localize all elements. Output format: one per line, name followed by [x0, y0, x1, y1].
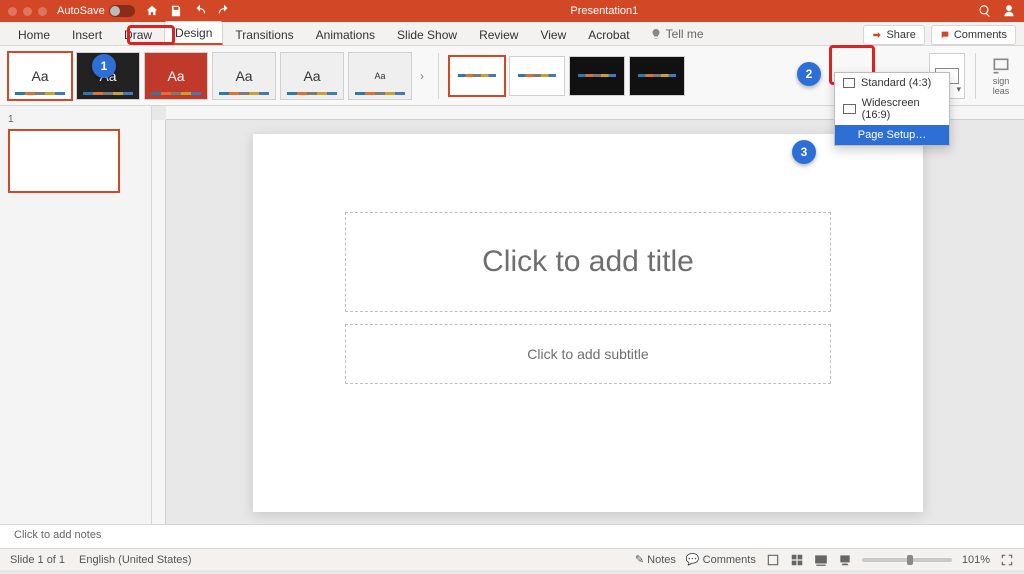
- tell-me[interactable]: Tell me: [642, 23, 712, 45]
- share-button[interactable]: Share: [863, 25, 924, 45]
- notes-toggle[interactable]: ✎ Notes: [635, 553, 676, 566]
- save-icon[interactable]: [169, 4, 183, 18]
- thumbnail-panel: 1: [0, 106, 152, 524]
- theme-gray1[interactable]: Aa: [212, 52, 276, 100]
- tab-acrobat[interactable]: Acrobat: [578, 24, 639, 45]
- callout-1: 1: [92, 54, 116, 78]
- zoom-value[interactable]: 101%: [962, 554, 990, 566]
- share-icon: [872, 30, 882, 40]
- tab-draw[interactable]: Draw: [114, 24, 162, 45]
- theme-gray2[interactable]: Aa: [280, 52, 344, 100]
- theme-office[interactable]: Aa: [8, 52, 72, 100]
- close-dot[interactable]: [8, 7, 17, 16]
- tab-slideshow[interactable]: Slide Show: [387, 24, 467, 45]
- search-icon[interactable]: [978, 4, 992, 18]
- autosave-group: AutoSave: [57, 5, 135, 17]
- tab-home[interactable]: Home: [8, 24, 60, 45]
- quick-access-toolbar: [145, 4, 231, 18]
- undo-icon[interactable]: [193, 4, 207, 18]
- variant-1[interactable]: [449, 56, 505, 96]
- workspace: 1 Click to add title Click to add subtit…: [0, 106, 1024, 524]
- slide-canvas: Click to add title Click to add subtitle: [152, 106, 1024, 524]
- min-dot[interactable]: [23, 7, 32, 16]
- bulb-icon: [650, 28, 662, 40]
- tab-design[interactable]: Design: [164, 21, 223, 45]
- tab-review[interactable]: Review: [469, 24, 528, 45]
- max-dot[interactable]: [38, 7, 47, 16]
- redo-icon[interactable]: [217, 4, 231, 18]
- theme-gray3[interactable]: Aa: [348, 52, 412, 100]
- callout-2: 2: [797, 62, 821, 86]
- themes-more[interactable]: ›: [416, 69, 428, 83]
- design-ideas-button[interactable]: sign leas: [986, 56, 1016, 96]
- normal-view-icon[interactable]: [766, 553, 780, 567]
- tab-insert[interactable]: Insert: [62, 24, 112, 45]
- autosave-label: AutoSave: [57, 5, 105, 17]
- home-icon[interactable]: [145, 4, 159, 18]
- user-icon[interactable]: [1002, 4, 1016, 18]
- notes-pane[interactable]: Click to add notes: [0, 524, 1024, 548]
- slideshow-view-icon[interactable]: [838, 553, 852, 567]
- reading-view-icon[interactable]: [814, 553, 828, 567]
- ribbon-tabs: Home Insert Draw Design Transitions Anim…: [0, 22, 1024, 46]
- comments-button[interactable]: Comments: [931, 25, 1016, 45]
- theme-red[interactable]: Aa: [144, 52, 208, 100]
- tab-view[interactable]: View: [530, 24, 576, 45]
- menu-page-setup[interactable]: Page Setup…: [835, 125, 949, 145]
- sorter-view-icon[interactable]: [790, 553, 804, 567]
- tab-animations[interactable]: Animations: [306, 24, 385, 45]
- slide[interactable]: Click to add title Click to add subtitle: [253, 134, 923, 512]
- status-bar: Slide 1 of 1 English (United States) ✎ N…: [0, 548, 1024, 570]
- language[interactable]: English (United States): [79, 554, 192, 566]
- comments-toggle[interactable]: 💬 Comments: [686, 553, 756, 566]
- tab-transitions[interactable]: Transitions: [225, 24, 303, 45]
- thumb-number: 1: [8, 114, 143, 125]
- separator: [975, 53, 976, 99]
- slide-thumbnail-1[interactable]: [8, 129, 120, 193]
- subtitle-placeholder[interactable]: Click to add subtitle: [345, 324, 831, 384]
- title-placeholder[interactable]: Click to add title: [345, 212, 831, 312]
- comment-icon: [940, 30, 950, 40]
- menu-standard[interactable]: Standard (4:3): [835, 73, 949, 93]
- autosave-toggle[interactable]: [109, 5, 135, 17]
- window-title: Presentation1: [231, 5, 978, 17]
- titlebar: AutoSave Presentation1: [0, 0, 1024, 22]
- traffic-lights: [8, 7, 47, 16]
- variant-4[interactable]: [629, 56, 685, 96]
- ruler-vertical: [152, 120, 166, 524]
- variant-3[interactable]: [569, 56, 625, 96]
- slide-counter: Slide 1 of 1: [10, 554, 65, 566]
- design-ideas-icon: [991, 56, 1011, 76]
- callout-3: 3: [792, 140, 816, 164]
- separator: [438, 53, 439, 99]
- variant-2[interactable]: [509, 56, 565, 96]
- fit-window-icon[interactable]: [1000, 553, 1014, 567]
- zoom-slider[interactable]: [862, 558, 952, 562]
- menu-widescreen[interactable]: Widescreen (16:9): [835, 93, 949, 125]
- slide-size-menu: Standard (4:3) Widescreen (16:9) Page Se…: [834, 72, 950, 146]
- chevron-down-icon: ▾: [956, 84, 961, 95]
